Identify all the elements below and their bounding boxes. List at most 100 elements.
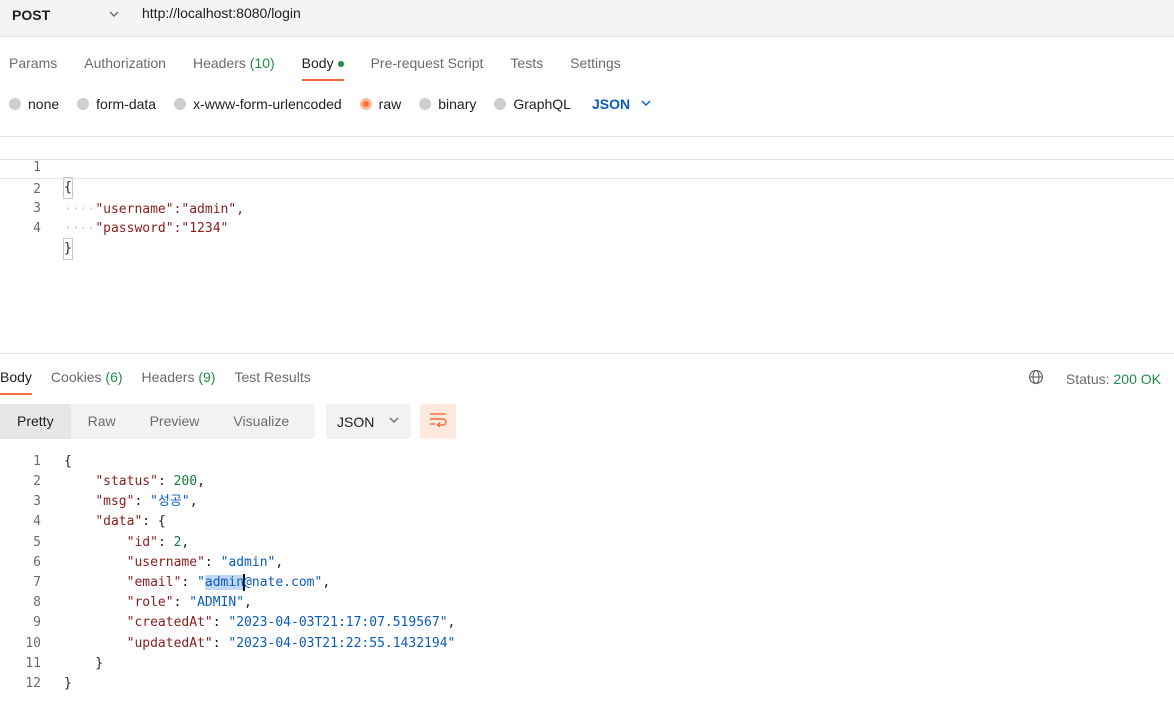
code-line: 4 } bbox=[0, 199, 1174, 260]
code-line-active: 2 ····"username":"admin", bbox=[0, 159, 1174, 217]
line-number: 2 bbox=[33, 474, 41, 489]
view-preview[interactable]: Preview bbox=[133, 404, 217, 439]
line-number: 8 bbox=[33, 595, 41, 610]
code-line: 1 { bbox=[0, 138, 1174, 199]
radio-icon bbox=[9, 98, 21, 110]
language-select[interactable]: JSON bbox=[592, 96, 652, 112]
response-format-select[interactable]: JSON bbox=[326, 404, 411, 439]
tab-response-body[interactable]: Body bbox=[0, 369, 32, 395]
code-text: "status": 200, bbox=[95, 474, 205, 489]
status-value: 200 OK bbox=[1113, 370, 1161, 387]
method-select[interactable]: POST bbox=[0, 0, 128, 30]
tab-test-results[interactable]: Test Results bbox=[234, 369, 310, 395]
radio-graphql[interactable]: GraphQL bbox=[494, 96, 571, 112]
tab-label: Settings bbox=[570, 55, 621, 71]
line-number: 6 bbox=[33, 555, 41, 570]
json-key: "data" bbox=[95, 514, 143, 529]
code-text: "username": "admin", bbox=[126, 555, 284, 570]
code-line: 11 } bbox=[0, 654, 1174, 674]
tab-label: Cookies bbox=[50, 369, 102, 385]
tab-authorization[interactable]: Authorization bbox=[84, 55, 166, 81]
tab-body[interactable]: Body bbox=[301, 55, 344, 81]
tab-label: Tests bbox=[510, 55, 544, 71]
line-number: 9 bbox=[33, 615, 41, 630]
tab-response-headers[interactable]: Headers (9) bbox=[142, 369, 216, 395]
json-value: "2023-04-03T21:22:55.1432194" bbox=[228, 636, 456, 651]
code-line: 3 "msg": "성공", bbox=[0, 492, 1174, 512]
json-key: "status" bbox=[95, 474, 158, 489]
method-label: POST bbox=[12, 7, 51, 23]
code-text: "data": { bbox=[95, 514, 166, 529]
radio-icon bbox=[77, 98, 90, 110]
tab-params[interactable]: Params bbox=[9, 55, 57, 81]
line-number: 5 bbox=[33, 535, 41, 550]
line-number: 1 bbox=[33, 454, 41, 469]
tab-headers[interactable]: Headers (10) bbox=[193, 55, 275, 81]
code-text: "msg": "성공", bbox=[95, 494, 198, 509]
code-text: } bbox=[64, 676, 72, 691]
tab-tests[interactable]: Tests bbox=[510, 55, 543, 81]
json-value: " bbox=[197, 575, 205, 590]
radio-selected-icon bbox=[359, 98, 372, 110]
code-line: 6 "username": "admin", bbox=[0, 553, 1174, 573]
code-line: 10 "updatedAt": "2023-04-03T21:22:55.143… bbox=[0, 634, 1174, 654]
line-number: 3 bbox=[33, 494, 41, 509]
view-visualize[interactable]: Visualize bbox=[216, 404, 306, 439]
code-text: { bbox=[64, 454, 72, 469]
tab-label: Headers bbox=[141, 369, 195, 385]
modified-dot-icon bbox=[337, 61, 344, 68]
code-text: "updatedAt": "2023-04-03T21:22:55.143219… bbox=[126, 636, 456, 651]
code-text: "role": "ADMIN", bbox=[126, 595, 252, 610]
code-line: 2 "status": 200, bbox=[0, 472, 1174, 492]
code-line: 9 "createdAt": "2023-04-03T21:17:07.5195… bbox=[0, 613, 1174, 633]
tab-count: (10) bbox=[249, 55, 275, 71]
json-key: "role" bbox=[126, 595, 174, 610]
radio-label: form-data bbox=[96, 96, 157, 112]
code-line: 8 "role": "ADMIN", bbox=[0, 593, 1174, 613]
tab-label: Authorization bbox=[84, 55, 166, 71]
view-raw[interactable]: Raw bbox=[71, 404, 133, 439]
line-number: 12 bbox=[25, 676, 41, 691]
tab-label: Test Results bbox=[234, 369, 311, 385]
line-number: 4 bbox=[33, 514, 41, 529]
line-number: 10 bbox=[25, 636, 41, 651]
code-line: 7 "email": "admin@nate.com", bbox=[0, 573, 1174, 593]
chevron-down-icon bbox=[108, 8, 120, 23]
code-line: 4 "data": { bbox=[0, 512, 1174, 532]
tab-count: (6) bbox=[105, 369, 123, 385]
json-key: "id" bbox=[126, 535, 158, 550]
request-tabs: Params Authorization Headers (10) Body P… bbox=[9, 55, 648, 81]
request-body-editor[interactable]: 1 { 2 ····"username":"admin", 3 ····"pas… bbox=[0, 136, 1174, 354]
tab-settings[interactable]: Settings bbox=[570, 55, 621, 81]
tab-count: (9) bbox=[198, 369, 216, 385]
json-value: @nate.com" bbox=[244, 575, 323, 590]
tab-label: Pre-request Script bbox=[370, 55, 484, 71]
url-input[interactable]: http://localhost:8080/login bbox=[142, 5, 301, 21]
json-key: "createdAt" bbox=[126, 615, 213, 630]
code-text: ····"password":"1234" bbox=[64, 221, 229, 236]
body-type-options: none form-data x-www-form-urlencoded raw… bbox=[9, 96, 652, 112]
wrap-lines-icon bbox=[428, 411, 448, 432]
radio-raw[interactable]: raw bbox=[359, 96, 401, 112]
view-pretty[interactable]: Pretty bbox=[0, 404, 71, 439]
radio-none[interactable]: none bbox=[9, 96, 59, 112]
radio-form-data[interactable]: form-data bbox=[77, 96, 156, 112]
radio-icon bbox=[419, 98, 432, 110]
tab-cookies[interactable]: Cookies (6) bbox=[51, 369, 123, 395]
radio-label: none bbox=[28, 96, 60, 112]
json-key: "email" bbox=[126, 575, 182, 590]
json-value: 2 bbox=[173, 535, 182, 550]
response-status: Status: 200 OK bbox=[1028, 369, 1161, 388]
radio-binary[interactable]: binary bbox=[419, 96, 476, 112]
wrap-lines-button[interactable] bbox=[420, 404, 456, 439]
globe-icon[interactable] bbox=[1028, 369, 1044, 388]
code-line: 12} bbox=[0, 674, 1174, 694]
radio-x-www-form-urlencoded[interactable]: x-www-form-urlencoded bbox=[174, 96, 342, 112]
json-key: "msg" bbox=[95, 494, 135, 509]
selected-text: admin bbox=[204, 575, 245, 590]
json-key: "username" bbox=[126, 555, 205, 570]
radio-icon bbox=[494, 98, 507, 110]
code-line: 1{ bbox=[0, 452, 1174, 472]
radio-label: x-www-form-urlencoded bbox=[193, 96, 342, 112]
tab-pre-request-script[interactable]: Pre-request Script bbox=[371, 55, 484, 81]
